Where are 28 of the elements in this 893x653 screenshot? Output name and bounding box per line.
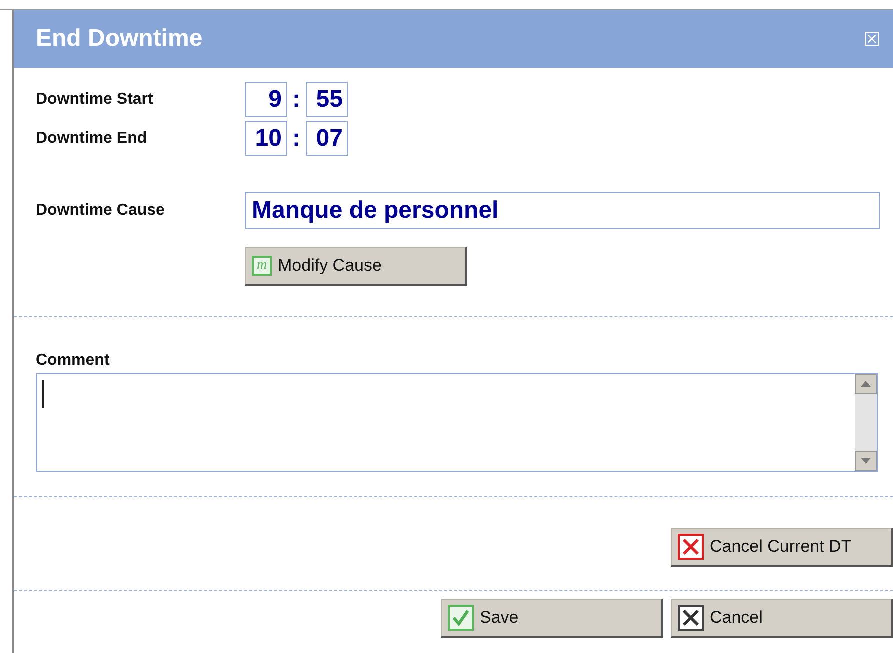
comment-field[interactable]	[36, 373, 878, 472]
time-separator: :	[292, 124, 302, 154]
modify-cause-button[interactable]: m Modify Cause	[245, 247, 467, 286]
minutes-field[interactable]: 07	[306, 121, 348, 156]
save-button[interactable]: Save	[441, 599, 663, 638]
cancel-current-button[interactable]: Cancel Current DT	[671, 528, 893, 567]
dialog-title: End Downtime	[36, 24, 203, 54]
field-label: Comment	[36, 351, 111, 371]
close-button[interactable]	[865, 32, 879, 46]
close-icon	[868, 35, 876, 43]
field-label: Downtime Cause	[36, 200, 166, 220]
scroll-down-button[interactable]	[855, 451, 877, 471]
down-arrow-icon	[861, 458, 871, 464]
field-label: Downtime Start	[36, 90, 154, 110]
cancel-button[interactable]: Cancel	[671, 599, 893, 638]
check-icon	[448, 605, 474, 631]
close-icon	[678, 605, 704, 631]
scroll-up-button[interactable]	[855, 374, 877, 394]
up-arrow-icon	[861, 381, 871, 387]
minutes-field[interactable]: 55	[306, 82, 348, 117]
close-icon	[678, 534, 704, 560]
time-separator: :	[292, 84, 302, 114]
field-label: Downtime End	[36, 128, 148, 148]
cause-field[interactable]: Manque de personnel	[245, 192, 880, 229]
hours-field[interactable]: 9	[245, 82, 287, 117]
scrollbar[interactable]	[855, 374, 877, 471]
hours-field[interactable]: 10	[245, 121, 287, 156]
letter-icon: m	[252, 256, 272, 276]
